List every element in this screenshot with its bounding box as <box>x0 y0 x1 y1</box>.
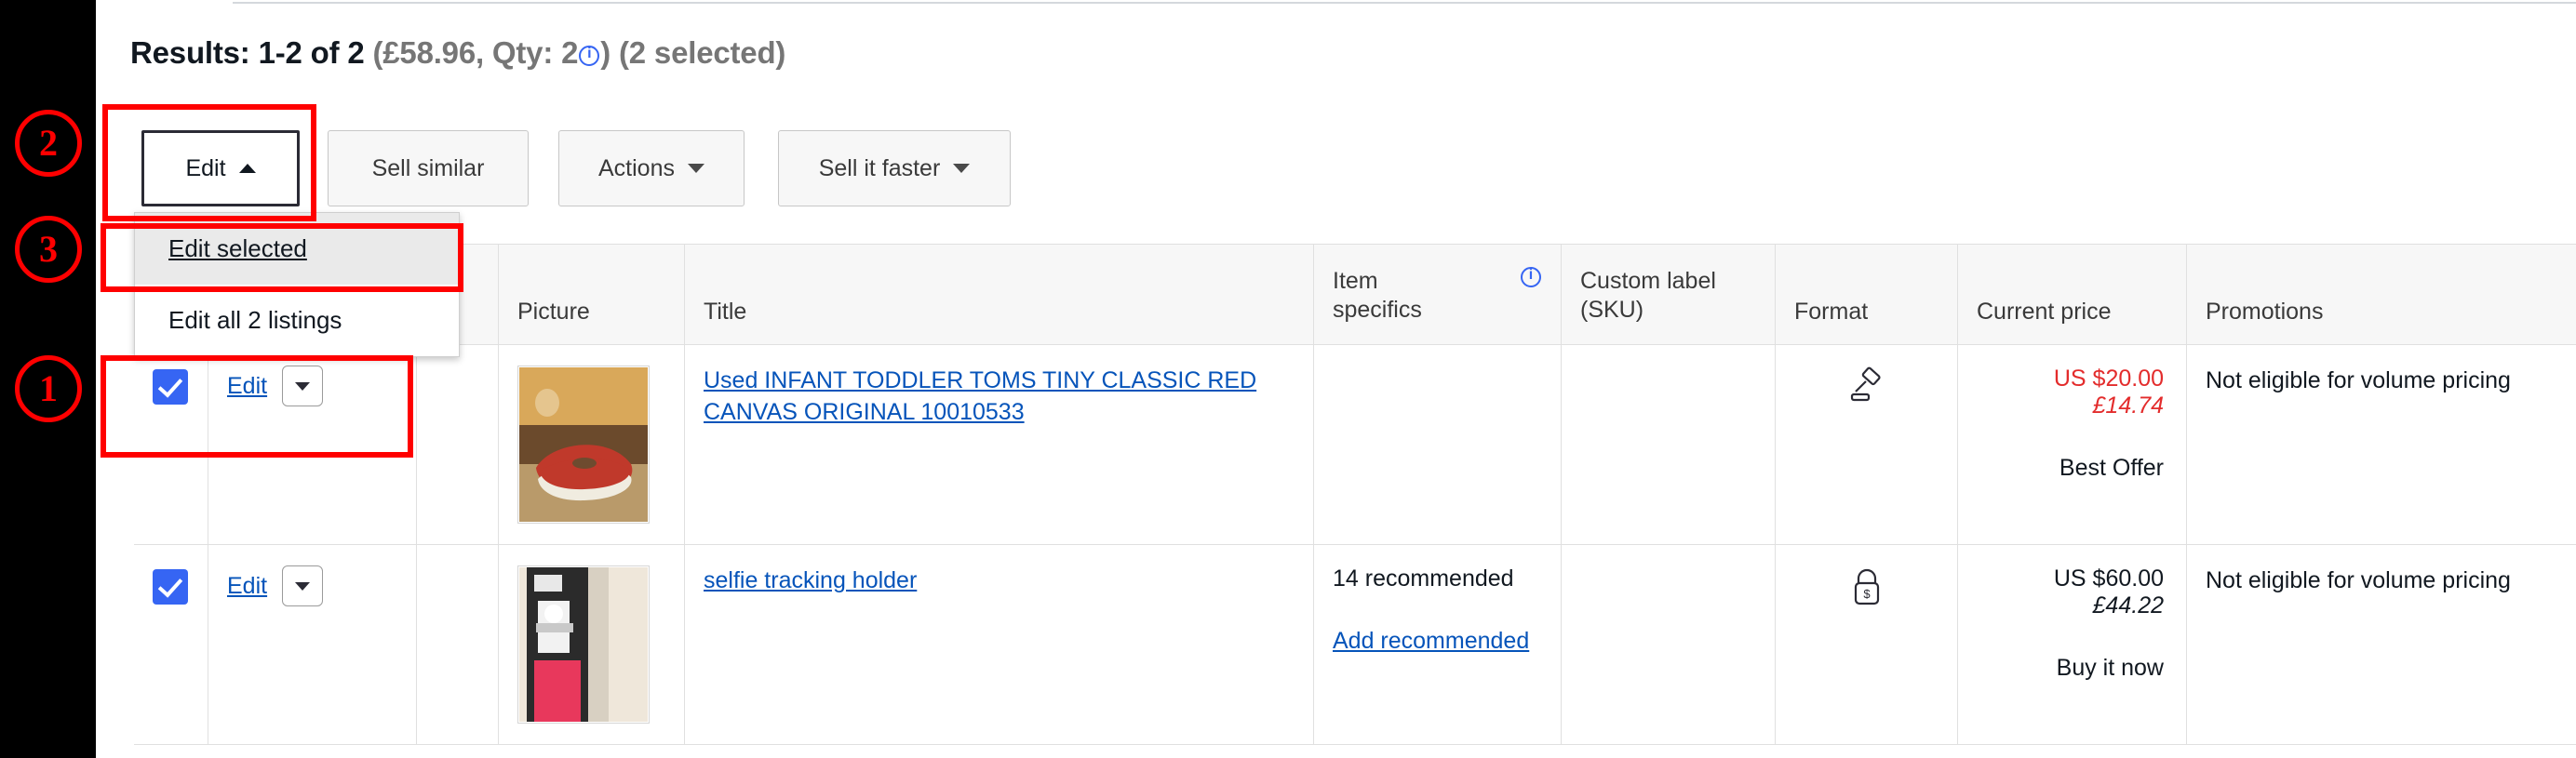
column-header-promotions-label: Promotions <box>2206 299 2324 325</box>
table-header-row: Picture Title Item specifics Custom labe… <box>134 245 2576 345</box>
row-price-cell: US $20.00 £14.74 Best Offer <box>1958 345 2187 544</box>
promotion-status: Not eligible for volume pricing <box>2206 567 2511 593</box>
column-header-format: Format <box>1776 245 1958 344</box>
listing-title-link[interactable]: selfie tracking holder <box>704 567 917 593</box>
sell-it-faster-button[interactable]: Sell it faster <box>778 130 1011 206</box>
column-header-current-price: Current price <box>1958 245 2187 344</box>
listing-format-label: Best Offer <box>2059 455 2164 481</box>
results-summary: Results: 1-2 of 2 (£58.96, Qty: 2 ) (2 se… <box>130 35 785 71</box>
row-title-cell: Used INFANT TODDLER TOMS TINY CLASSIC RE… <box>685 345 1314 544</box>
row-item-specifics-cell: 14 recommended Add recommended <box>1314 545 1562 744</box>
results-count: Results: 1-2 of 2 <box>130 35 365 70</box>
annotation-number-1: 1 <box>15 355 82 422</box>
row-edit-cell: Edit <box>208 545 417 744</box>
edit-button-label: Edit <box>185 154 226 181</box>
row-chevron-down-icon[interactable] <box>282 565 324 606</box>
row-promotions-cell: Not eligible for volume pricing <box>2187 545 2572 744</box>
row-select-checkbox[interactable] <box>153 369 188 405</box>
edit-button[interactable]: Edit <box>141 130 300 206</box>
column-header-custom-label: Custom label (SKU) <box>1562 245 1776 344</box>
row-edit-link[interactable]: Edit <box>227 573 267 600</box>
row-spacer-cell <box>417 345 499 544</box>
column-header-picture: Picture <box>499 245 685 344</box>
actions-label: Actions <box>598 154 675 181</box>
row-spacer-cell <box>417 545 499 744</box>
menu-item-edit-all-listings[interactable]: Edit all 2 listings <box>135 285 459 356</box>
row-price-cell: US $60.00 £44.22 Buy it now <box>1958 545 2187 744</box>
column-header-promotions: Promotions <box>2187 245 2572 344</box>
column-header-format-label: Format <box>1794 299 1869 325</box>
row-item-specifics-cell <box>1314 345 1562 544</box>
annotation-number-2: 2 <box>15 110 82 177</box>
chevron-down-icon <box>687 164 704 173</box>
results-total-close: ) (2 selected) <box>600 35 786 70</box>
table-row: Edit <box>134 545 2576 745</box>
sell-it-faster-label: Sell it faster <box>818 154 941 181</box>
info-icon[interactable] <box>579 46 600 66</box>
table-row: Edit <box>134 345 2576 545</box>
listings-results-page: Results: 1-2 of 2 (£58.96, Qty: 2 ) (2 se… <box>0 0 2576 758</box>
price-value: US $60.00 <box>2053 565 2164 592</box>
row-format-cell <box>1776 345 1958 544</box>
add-recommended-link[interactable]: Add recommended <box>1333 626 1529 657</box>
item-specifics-value: 14 recommended <box>1333 565 1514 592</box>
row-edit-cell: Edit <box>208 345 417 544</box>
chevron-down-icon <box>953 164 971 173</box>
column-header-title: Title <box>685 245 1314 344</box>
listing-format-label: Buy it now <box>2056 655 2164 681</box>
column-header-current-price-label: Current price <box>1977 299 2112 325</box>
buy-it-now-lock-icon: $ <box>1848 565 1885 615</box>
listing-title-link[interactable]: Used INFANT TODDLER TOMS TINY CLASSIC RE… <box>704 367 1256 425</box>
sell-similar-button[interactable]: Sell similar <box>328 130 529 206</box>
column-header-item-specifics: Item specifics <box>1314 245 1562 344</box>
auction-gavel-icon <box>1845 366 1888 415</box>
column-header-title-label: Title <box>704 299 747 325</box>
listings-table: Picture Title Item specifics Custom labe… <box>134 244 2576 745</box>
item-specifics-info-icon[interactable] <box>1521 267 1541 287</box>
edit-dropdown-menu: Edit selected Edit all 2 listings <box>134 212 460 357</box>
sell-similar-label: Sell similar <box>371 154 485 181</box>
actions-button[interactable]: Actions <box>558 130 745 206</box>
results-total-open: (£58.96, Qty: 2 <box>364 35 579 70</box>
row-chevron-down-icon[interactable] <box>282 366 324 406</box>
row-checkbox-cell <box>134 545 208 744</box>
menu-item-edit-selected-label: Edit selected <box>168 234 307 262</box>
row-checkbox-cell <box>134 345 208 544</box>
column-header-item-specifics-label: Item specifics <box>1333 268 1422 324</box>
row-picture-cell <box>499 345 685 544</box>
row-select-checkbox[interactable] <box>153 569 188 605</box>
row-custom-label-cell <box>1562 345 1776 544</box>
row-format-cell: $ <box>1776 545 1958 744</box>
selfie-holder-thumbnail[interactable] <box>517 565 650 724</box>
chevron-up-icon <box>238 164 256 173</box>
column-header-picture-label: Picture <box>517 299 590 325</box>
row-picture-cell <box>499 545 685 744</box>
row-edit-link[interactable]: Edit <box>227 373 267 400</box>
top-divider <box>233 2 2576 4</box>
column-header-custom-label-label: Custom label (SKU) <box>1580 268 1716 324</box>
shoe-thumbnail[interactable] <box>517 366 650 524</box>
row-title-cell: selfie tracking holder <box>685 545 1314 744</box>
row-promotions-cell: Not eligible for volume pricing <box>2187 345 2572 544</box>
price-value: US $20.00 <box>2053 366 2164 392</box>
menu-item-edit-selected[interactable]: Edit selected <box>135 213 459 285</box>
annotation-number-3: 3 <box>15 216 82 283</box>
svg-text:$: $ <box>1863 587 1871 601</box>
row-custom-label-cell <box>1562 545 1776 744</box>
menu-item-edit-all-listings-label: Edit all 2 listings <box>168 306 342 334</box>
price-converted-value: £14.74 <box>2092 392 2164 419</box>
price-converted-value: £44.22 <box>2092 592 2164 618</box>
promotion-status: Not eligible for volume pricing <box>2206 367 2511 393</box>
